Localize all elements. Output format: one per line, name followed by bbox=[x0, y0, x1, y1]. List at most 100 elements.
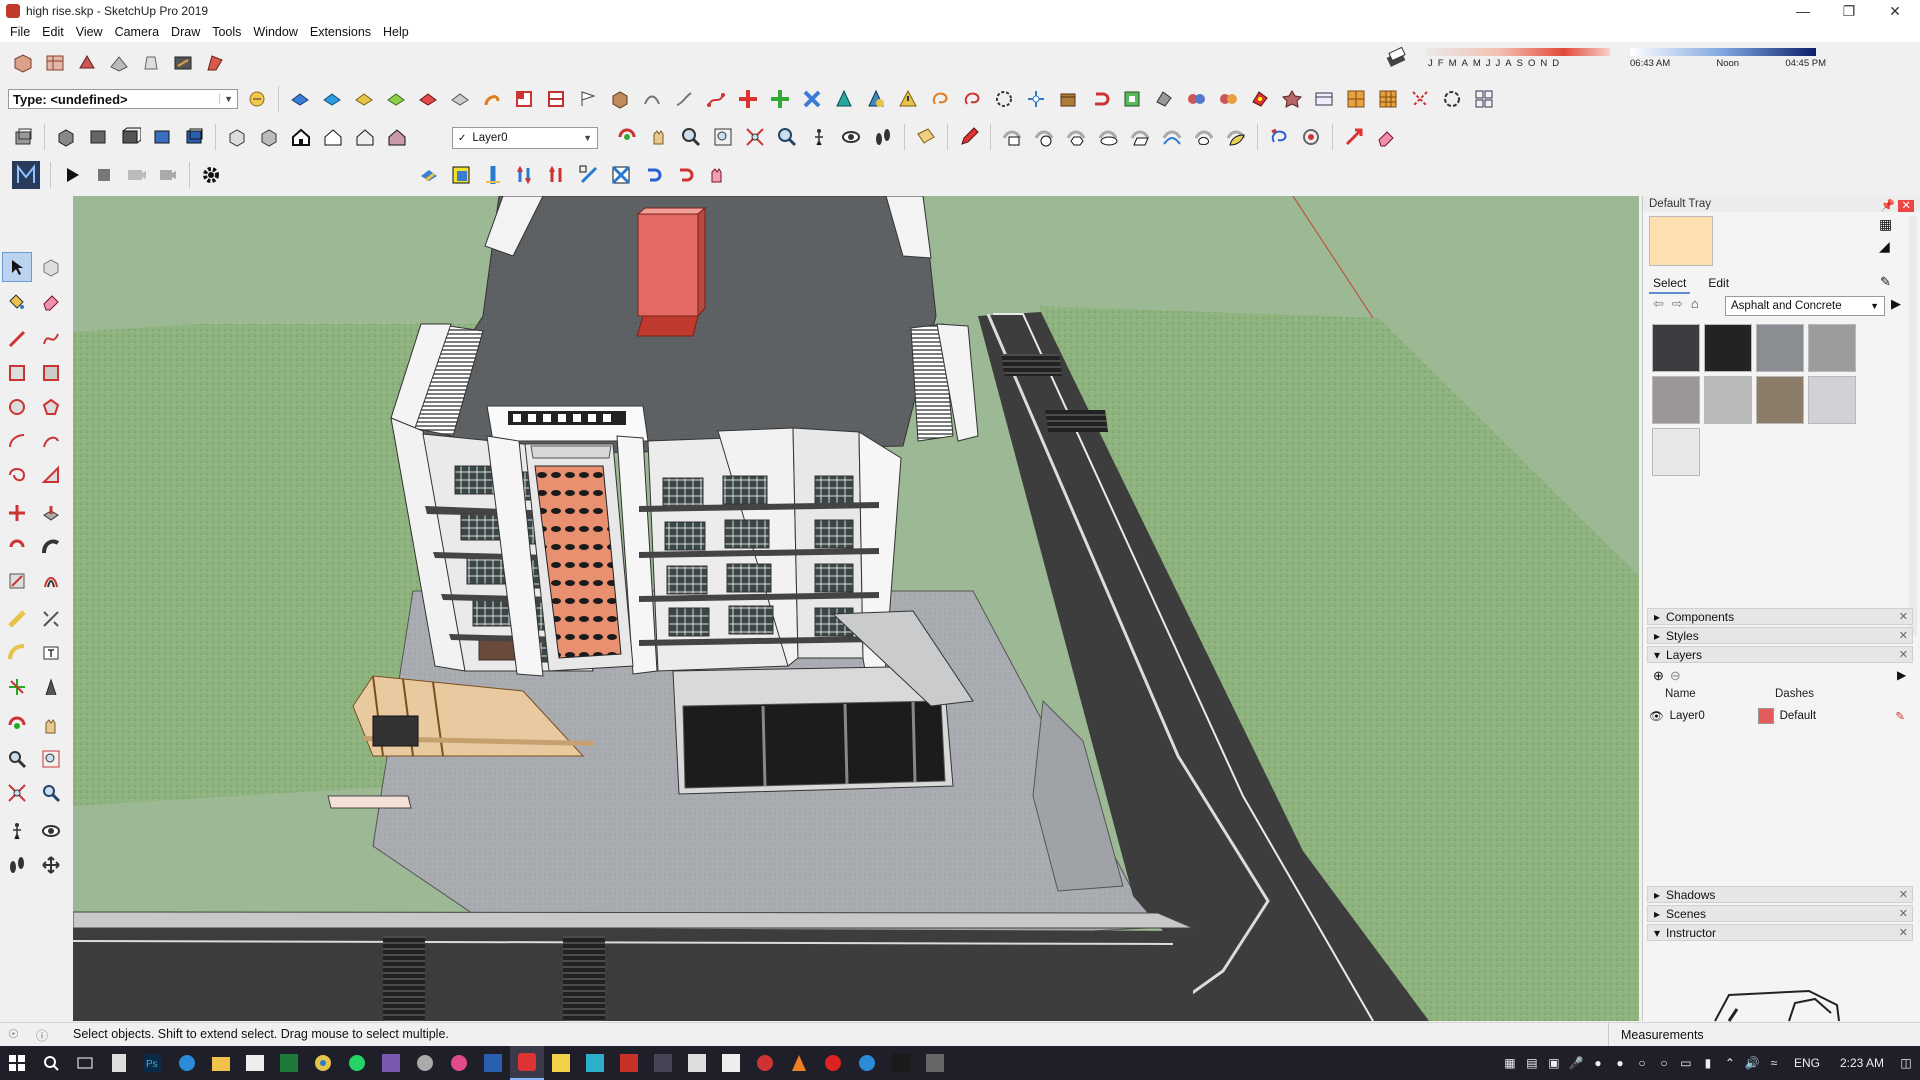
push-pull-icon[interactable] bbox=[36, 498, 66, 528]
line-icon[interactable] bbox=[2, 324, 32, 354]
layer-pencil-icon[interactable]: ✎ bbox=[1895, 709, 1905, 723]
pan-icon[interactable] bbox=[644, 122, 674, 152]
arrow-red-icon[interactable] bbox=[1339, 122, 1369, 152]
acrobat-icon[interactable] bbox=[714, 1046, 748, 1080]
arc-icon[interactable] bbox=[637, 84, 667, 114]
line-tool-icon[interactable] bbox=[669, 84, 699, 114]
paint-bucket-icon[interactable] bbox=[2, 286, 32, 316]
sandbox-contours-icon[interactable] bbox=[414, 160, 444, 190]
clock[interactable]: 2:23 AM bbox=[1830, 1056, 1894, 1070]
material-collection-selector[interactable]: Asphalt and Concrete ▼ bbox=[1725, 296, 1885, 316]
zoom-icon[interactable] bbox=[676, 122, 706, 152]
section-tool-icon[interactable] bbox=[36, 850, 66, 880]
geo-location-icon[interactable]: ☉ bbox=[8, 1027, 19, 1041]
language-indicator[interactable]: ENG bbox=[1786, 1056, 1828, 1070]
type-selector[interactable]: Type: <undefined> ▼ bbox=[8, 89, 238, 109]
tile-blue2-icon[interactable] bbox=[317, 84, 347, 114]
protractor-icon[interactable] bbox=[2, 638, 32, 668]
model-viewport[interactable] bbox=[73, 196, 1639, 1021]
material-swatch[interactable] bbox=[1756, 324, 1804, 372]
menu-help[interactable]: Help bbox=[377, 25, 415, 39]
rotate-right-icon[interactable] bbox=[670, 160, 700, 190]
get-models-icon[interactable] bbox=[104, 48, 134, 78]
sample-paint-icon[interactable]: ◢ bbox=[1879, 238, 1890, 255]
menu-view[interactable]: View bbox=[70, 25, 109, 39]
record-disabled-icon[interactable] bbox=[121, 160, 151, 190]
app-swirl-icon[interactable] bbox=[408, 1046, 442, 1080]
app-doc-icon[interactable] bbox=[680, 1046, 714, 1080]
xray-icon[interactable] bbox=[222, 122, 252, 152]
menu-camera[interactable]: Camera bbox=[109, 25, 165, 39]
hidden-line-icon[interactable] bbox=[318, 122, 348, 152]
walk-tool-icon[interactable] bbox=[2, 850, 32, 880]
share-model-icon[interactable] bbox=[72, 48, 102, 78]
view-iso-icon[interactable] bbox=[51, 122, 81, 152]
material-swatch[interactable] bbox=[1652, 324, 1700, 372]
layer-selector[interactable]: ✓ Layer0 ▼ bbox=[452, 127, 598, 149]
crate-icon[interactable] bbox=[1053, 84, 1083, 114]
tile-green-icon[interactable] bbox=[381, 84, 411, 114]
panel-styles[interactable]: ▸ Styles ✕ bbox=[1647, 627, 1913, 644]
material-swatch[interactable] bbox=[1652, 428, 1700, 476]
text-tool-icon[interactable] bbox=[36, 638, 66, 668]
two-point-arc-icon[interactable] bbox=[36, 426, 66, 456]
component-tool-icon[interactable] bbox=[36, 252, 66, 282]
zoom-window-icon[interactable] bbox=[708, 122, 738, 152]
material-swatch[interactable] bbox=[1652, 376, 1700, 424]
look-around-icon[interactable] bbox=[836, 122, 866, 152]
details-arrow-icon[interactable]: ▶ bbox=[1891, 296, 1901, 312]
shaded-icon[interactable] bbox=[350, 122, 380, 152]
move-red-icon[interactable] bbox=[733, 84, 763, 114]
back-edges-icon[interactable] bbox=[254, 122, 284, 152]
opera-icon[interactable] bbox=[816, 1046, 850, 1080]
freehand-icon[interactable] bbox=[36, 324, 66, 354]
axes-icon[interactable] bbox=[1021, 84, 1051, 114]
edge-icon[interactable] bbox=[170, 1046, 204, 1080]
orbit-icon[interactable] bbox=[612, 122, 642, 152]
pencil-red-icon[interactable] bbox=[954, 122, 984, 152]
shape-circle-icon[interactable] bbox=[1029, 122, 1059, 152]
sandbox-grid-icon[interactable] bbox=[446, 160, 476, 190]
circle-icon[interactable] bbox=[2, 392, 32, 422]
info-icon[interactable]: ⓘ bbox=[36, 1027, 48, 1044]
plugin-green-icon[interactable] bbox=[1117, 84, 1147, 114]
file-explorer-icon[interactable] bbox=[204, 1046, 238, 1080]
position-camera-icon[interactable] bbox=[804, 122, 834, 152]
shadow-toggle-icon[interactable] bbox=[1384, 46, 1410, 72]
layer-row[interactable]: 👁 Layer0 Default ✎ bbox=[1649, 708, 1911, 724]
3d-text-icon[interactable] bbox=[36, 672, 66, 702]
chevron-up-icon[interactable]: ⌃ bbox=[1720, 1053, 1740, 1073]
material-swatch[interactable] bbox=[1704, 324, 1752, 372]
menu-edit[interactable]: Edit bbox=[36, 25, 70, 39]
tray-app8-icon[interactable]: ▭ bbox=[1676, 1053, 1696, 1073]
zoom-extents-tool-icon[interactable] bbox=[2, 778, 32, 808]
forward-arrow-icon[interactable]: ⇨ bbox=[1672, 296, 1683, 312]
plugin-k-icon[interactable] bbox=[1469, 84, 1499, 114]
app-blue2-icon[interactable] bbox=[850, 1046, 884, 1080]
plugin-b-icon[interactable] bbox=[1181, 84, 1211, 114]
shape-para-icon[interactable] bbox=[1125, 122, 1155, 152]
3d-warehouse-icon[interactable] bbox=[8, 48, 38, 78]
eye-icon[interactable]: 👁 bbox=[1649, 709, 1664, 723]
eraser-pink-icon[interactable] bbox=[1371, 122, 1401, 152]
app-pink-icon[interactable] bbox=[442, 1046, 476, 1080]
tray-scrollbar[interactable] bbox=[1909, 216, 1917, 636]
move-green-icon[interactable] bbox=[765, 84, 795, 114]
network-icon[interactable]: ≈ bbox=[1764, 1053, 1784, 1073]
lumion-icon[interactable] bbox=[8, 160, 44, 190]
back-arrow-icon[interactable]: ⇦ bbox=[1653, 296, 1664, 312]
tile-yellow-icon[interactable] bbox=[349, 84, 379, 114]
play-icon[interactable] bbox=[57, 160, 87, 190]
hand-pink-icon[interactable] bbox=[702, 160, 732, 190]
style-builder-icon[interactable] bbox=[200, 48, 230, 78]
app-red2-icon[interactable] bbox=[748, 1046, 782, 1080]
make-component-icon[interactable] bbox=[8, 122, 38, 152]
scale-icon[interactable] bbox=[2, 566, 32, 596]
plugin-h-icon[interactable] bbox=[1373, 84, 1403, 114]
add-layer-icon[interactable]: ⊕ bbox=[1653, 668, 1664, 684]
three-point-arc-icon[interactable] bbox=[2, 460, 32, 490]
follow-me-icon[interactable] bbox=[36, 532, 66, 562]
material-swatch[interactable] bbox=[1808, 376, 1856, 424]
panel-scenes[interactable]: ▸ Scenes ✕ bbox=[1647, 905, 1913, 922]
spline-icon[interactable] bbox=[701, 84, 731, 114]
